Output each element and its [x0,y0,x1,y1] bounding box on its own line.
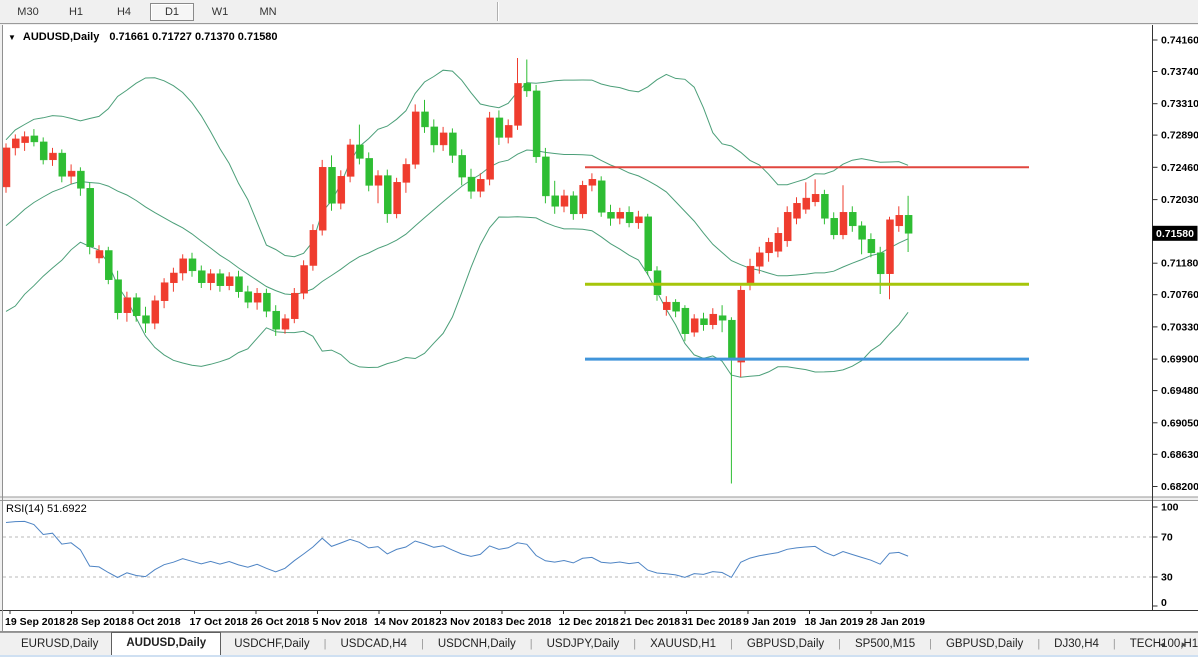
price-tick-label: 0.69900 [1161,354,1198,366]
price-tick-label: 0.68200 [1161,481,1198,493]
time-tick-label: 3 Dec 2018 [497,616,551,628]
tab-audusd-daily[interactable]: AUDUSD,Daily [111,632,221,655]
tab-scroll-left-icon[interactable]: ◄ [1158,640,1166,649]
time-tick-label: 31 Dec 2018 [682,616,742,628]
time-tick-label: 5 Nov 2018 [313,616,368,628]
chart-ohlc-values: 0.71661 0.71727 0.71370 0.71580 [109,31,277,43]
price-tick-label: 0.69480 [1161,385,1198,397]
time-tick-label: 18 Jan 2019 [805,616,864,628]
time-tick-label: 21 Dec 2018 [620,616,680,628]
tab-dj30-h4[interactable]: DJ30,H4 [1041,634,1112,655]
rsi-tick-label: 30 [1161,572,1173,584]
tab-usdcnh-daily[interactable]: USDCNH,Daily [425,634,529,655]
price-tick-label: 0.70760 [1161,289,1198,301]
price-tick-label: 0.71180 [1161,258,1198,270]
timeframe-button-h4[interactable]: H4 [102,3,146,21]
time-tick-label: 17 Oct 2018 [190,616,249,628]
tab-xauusd-h1[interactable]: XAUUSD,H1 [637,634,729,655]
rsi-tick-label: 70 [1161,532,1173,544]
timeframe-button-m30[interactable]: M30 [6,3,50,21]
tab-usdchf-daily[interactable]: USDCHF,Daily [221,634,322,655]
timeframe-button-d1[interactable]: D1 [150,3,194,21]
time-tick-label: 12 Dec 2018 [559,616,619,628]
timeframe-button-w1[interactable]: W1 [198,3,242,21]
chart-symbol-label: AUDUSD,Daily [23,31,99,43]
chart-canvas[interactable]: 0.74160 0.73740 0.73310 0.72890 0.72460 0.720… [0,0,1198,657]
price-tick-label: 0.73740 [1161,66,1198,78]
tab-usdcad-h4[interactable]: USDCAD,H4 [327,634,419,655]
time-tick-label: 8 Oct 2018 [128,616,181,628]
timeframe-button-h1[interactable]: H1 [54,3,98,21]
time-tick-label: 28 Sep 2018 [67,616,127,628]
price-tick-label: 0.68630 [1161,449,1198,461]
time-tick-label: 9 Jan 2019 [743,616,796,628]
time-tick-label: 23 Nov 2018 [436,616,497,628]
tab-sp500-m15[interactable]: SP500,M15 [842,634,928,655]
rsi-tick-label: 0 [1161,597,1167,609]
rsi-tick-label: 100 [1161,502,1179,514]
timeframe-button-mn[interactable]: MN [246,3,290,21]
tab-eurusd-daily[interactable]: EURUSD,Daily [8,634,111,655]
price-tick-label: 0.74160 [1161,35,1198,47]
tab-gbpusd-daily[interactable]: GBPUSD,Daily [734,634,837,655]
tab-usdjpy-daily[interactable]: USDJPY,Daily [534,634,633,655]
price-tick-label: 0.72890 [1161,130,1198,142]
chart-title: ▼ AUDUSD,Daily 0.71661 0.71727 0.71370 0… [8,31,278,43]
current-price-label: 0.71580 [1156,228,1194,240]
price-tick-label: 0.72030 [1161,194,1198,206]
time-tick-label: 26 Oct 2018 [251,616,310,628]
tab-scroll-right-icon[interactable]: ► [1180,640,1188,649]
time-tick-label: 14 Nov 2018 [374,616,435,628]
timeframe-toolbar: M30H1H4D1W1MN [0,0,1198,24]
time-tick-label: 19 Sep 2018 [5,616,65,628]
price-tick-label: 0.72460 [1161,162,1198,174]
tab-gbpusd-daily[interactable]: GBPUSD,Daily [933,634,1036,655]
price-tick-label: 0.69050 [1161,417,1198,429]
price-tick-label: 0.70330 [1161,321,1198,333]
symbol-tab-bar: EURUSD,DailyAUDUSD,DailyUSDCHF,Daily|USD… [0,632,1198,657]
current-price-badge: 0.71580 [1153,226,1198,241]
toolbar-separator [497,2,499,21]
price-tick-label: 0.73310 [1161,98,1198,110]
time-tick-label: 28 Jan 2019 [866,616,925,628]
rsi-indicator-label: RSI(14) 51.6922 [6,503,87,515]
chart-dropdown-icon[interactable]: ▼ [8,33,16,42]
